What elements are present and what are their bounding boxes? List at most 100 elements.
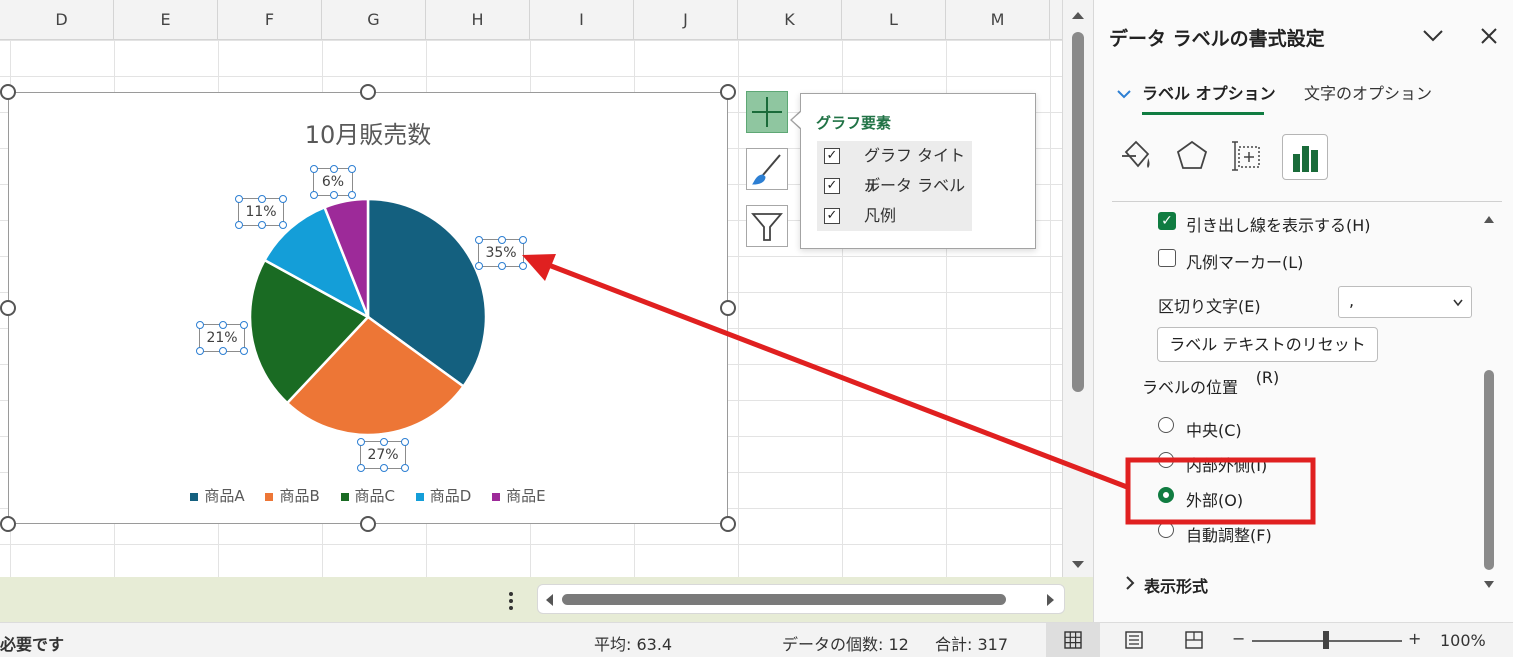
position-radio-inside-end[interactable] <box>1158 452 1174 468</box>
resize-handle-top[interactable] <box>360 84 376 100</box>
selection-dot[interactable] <box>240 321 248 329</box>
column-header-h[interactable]: H <box>426 0 530 40</box>
checkbox-chart-title[interactable]: ✓ <box>824 148 840 164</box>
page-break-view-icon[interactable] <box>1184 631 1204 649</box>
selection-dot[interactable] <box>519 236 527 244</box>
scroll-down-icon[interactable] <box>1071 560 1085 570</box>
toggle-legend[interactable]: ✓ 凡例 <box>817 201 972 231</box>
page-layout-view-icon[interactable] <box>1124 631 1144 649</box>
position-radio-best-fit[interactable] <box>1158 522 1174 538</box>
scroll-right-icon[interactable] <box>1046 593 1056 607</box>
selection-dot[interactable] <box>279 195 287 203</box>
checkbox-data-labels[interactable]: ✓ <box>824 178 840 194</box>
tab-text-options[interactable]: 文字のオプション <box>1304 80 1432 104</box>
normal-view-button[interactable] <box>1046 623 1100 657</box>
selection-dot[interactable] <box>357 464 365 472</box>
selection-dot[interactable] <box>235 221 243 229</box>
zoom-slider-thumb[interactable] <box>1323 631 1329 649</box>
pane-scroll-up-icon[interactable] <box>1483 214 1495 224</box>
selection-dot[interactable] <box>498 262 506 270</box>
scroll-up-icon[interactable] <box>1071 10 1085 20</box>
chevron-down-icon[interactable] <box>1422 28 1444 44</box>
tab-label-options[interactable]: ラベル オプション <box>1142 80 1276 104</box>
vertical-scrollbar[interactable] <box>1062 0 1093 577</box>
toggle-data-labels[interactable]: ✓ データ ラベル <box>817 171 972 201</box>
data-label-d[interactable]: 11% <box>235 195 287 229</box>
selection-dot[interactable] <box>258 195 266 203</box>
resize-handle-bottom-right[interactable] <box>720 516 736 532</box>
selection-dot[interactable] <box>310 165 318 173</box>
column-header-d[interactable]: D <box>10 0 114 40</box>
close-icon[interactable] <box>1480 27 1498 45</box>
selection-dot[interactable] <box>401 438 409 446</box>
column-header-g[interactable]: G <box>322 0 426 40</box>
chevron-right-icon[interactable] <box>1124 575 1136 591</box>
checkbox-legend[interactable]: ✓ <box>824 208 840 224</box>
selection-dot[interactable] <box>258 221 266 229</box>
selection-dot[interactable] <box>330 165 338 173</box>
selection-dot[interactable] <box>219 347 227 355</box>
selection-dot[interactable] <box>219 321 227 329</box>
chart-styles-button[interactable] <box>746 148 788 190</box>
selection-dot[interactable] <box>240 347 248 355</box>
selection-dot[interactable] <box>401 464 409 472</box>
status-count[interactable]: データの個数: 12 <box>782 631 909 655</box>
selection-dot[interactable] <box>235 195 243 203</box>
column-header-i[interactable]: I <box>530 0 634 40</box>
status-sum[interactable]: 合計: 317 <box>935 631 1008 655</box>
resize-handle-right[interactable] <box>720 300 736 316</box>
selection-dot[interactable] <box>348 165 356 173</box>
selection-dot[interactable] <box>380 464 388 472</box>
column-header-f[interactable]: F <box>218 0 322 40</box>
data-label-c[interactable]: 21% <box>196 321 248 355</box>
horizontal-scroll-thumb[interactable] <box>562 594 1006 605</box>
separator-dropdown[interactable]: , <box>1338 286 1472 318</box>
effects-pentagon-icon[interactable] <box>1174 138 1210 174</box>
zoom-in-button[interactable]: + <box>1408 629 1421 648</box>
column-header-j[interactable]: J <box>634 0 738 40</box>
selection-dot[interactable] <box>310 191 318 199</box>
position-radio-center[interactable] <box>1158 417 1174 433</box>
resize-handle-bottom[interactable] <box>360 516 376 532</box>
chart-area[interactable]: 10月販売数 35% 27% 21% 11% 6% 商品A 商品B 商品C 商品… <box>8 92 728 524</box>
size-properties-icon[interactable] <box>1230 138 1266 174</box>
toggle-chart-title[interactable]: ✓ グラフ タイトル <box>817 141 972 195</box>
pane-scroll-thumb[interactable] <box>1484 370 1494 570</box>
data-label-e[interactable]: 6% <box>310 165 356 199</box>
more-options-icon[interactable] <box>507 591 515 611</box>
chart-elements-button[interactable] <box>746 91 788 133</box>
legend-marker-checkbox[interactable] <box>1158 249 1176 267</box>
horizontal-scrollbar[interactable] <box>537 584 1065 614</box>
number-format-section[interactable]: 表示形式 <box>1144 573 1208 597</box>
selection-dot[interactable] <box>279 221 287 229</box>
data-label-b[interactable]: 27% <box>357 438 409 472</box>
resize-handle-top-left[interactable] <box>0 84 16 100</box>
resize-handle-bottom-left[interactable] <box>0 516 16 532</box>
selection-dot[interactable] <box>380 438 388 446</box>
selection-dot[interactable] <box>330 191 338 199</box>
column-header-l[interactable]: L <box>842 0 946 40</box>
zoom-out-button[interactable]: − <box>1232 629 1245 648</box>
scroll-left-icon[interactable] <box>544 593 554 607</box>
resize-handle-left[interactable] <box>0 300 16 316</box>
fill-line-icon[interactable] <box>1118 138 1154 174</box>
column-header-k[interactable]: K <box>738 0 842 40</box>
selection-dot[interactable] <box>475 236 483 244</box>
selection-dot[interactable] <box>498 236 506 244</box>
leader-lines-checkbox[interactable]: ✓ <box>1158 212 1176 230</box>
selection-dot[interactable] <box>196 321 204 329</box>
selection-dot[interactable] <box>196 347 204 355</box>
selection-dot[interactable] <box>519 262 527 270</box>
column-header-e[interactable]: E <box>114 0 218 40</box>
pane-scrollbar[interactable] <box>1482 212 1496 594</box>
label-options-icon-button[interactable] <box>1282 134 1328 180</box>
reset-label-text-button[interactable]: ラベル テキストのリセット(R) <box>1157 327 1378 387</box>
pane-scroll-down-icon[interactable] <box>1483 580 1495 590</box>
chart-legend[interactable]: 商品A 商品B 商品C 商品D 商品E <box>9 485 727 506</box>
selection-dot[interactable] <box>348 191 356 199</box>
position-radio-outside-end[interactable] <box>1158 487 1174 503</box>
vertical-scroll-thumb[interactable] <box>1072 32 1084 392</box>
selection-dot[interactable] <box>475 262 483 270</box>
zoom-level[interactable]: 100% <box>1440 631 1486 650</box>
data-label-a[interactable]: 35% <box>475 236 527 270</box>
